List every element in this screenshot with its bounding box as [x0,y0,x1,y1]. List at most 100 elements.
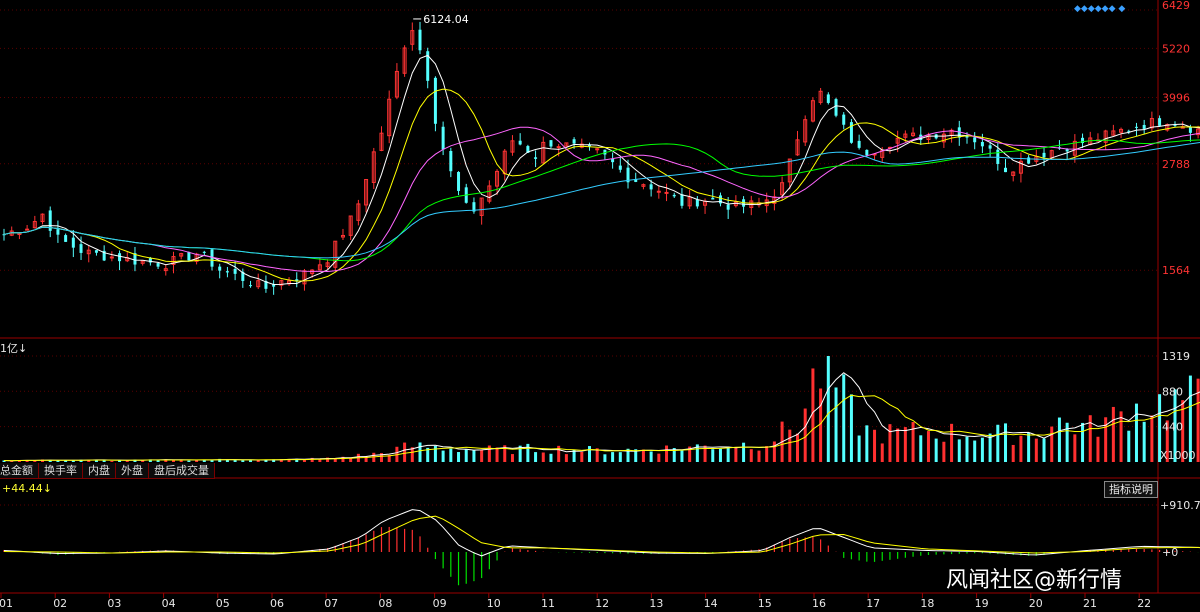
volume-bar-down [433,445,437,462]
volume-bar-down [857,435,861,462]
x-tick-label: 20 [1029,597,1043,610]
candle-up [656,190,661,193]
volume-bar-down [1027,432,1031,462]
volume-bar-up [765,446,769,462]
volume-bar-up [749,449,753,462]
x-tick-label: 11 [541,597,555,610]
volume-bar-down [1004,423,1008,462]
volume-bar-down [603,454,607,462]
volume-bar-down [534,452,538,462]
candle-down [857,140,861,148]
volume-tick-label: 880 [1162,385,1183,398]
chart-grid [0,0,1200,594]
volume-bar-up [819,388,823,462]
candle-down [611,158,615,163]
candle-up [556,146,561,149]
candle-down [1065,149,1069,152]
x-tick-label: 13 [649,597,663,610]
volume-bar-down [865,425,869,462]
volume-bar-up [495,447,499,462]
candle-down [418,29,422,51]
candle-down [187,252,191,261]
candle-down [842,114,846,125]
volume-bar-up [480,449,484,462]
volume-bar-up [125,460,129,462]
candle-up [595,148,600,151]
price-tick-label: 3996 [1162,92,1190,105]
candle-down [94,250,98,253]
macd-dif-line [3,509,1200,557]
volume-bar-up [903,427,907,462]
tab-after-hours-volume[interactable]: 盘后成交量 [149,463,215,479]
volume-bar-down [187,460,191,462]
tab-turnover-rate[interactable]: 换手率 [39,463,83,479]
index-chart[interactable]: 6124.04 156427883996522064294408801319X1… [0,0,1200,612]
volume-bar-up [1096,436,1100,462]
volume-bar-down [957,439,961,462]
volume-bar-up [757,450,761,462]
price-tick-label: 5220 [1162,42,1190,55]
volume-bar-down [1042,438,1046,462]
max-annotation: 6124.04 [423,13,469,26]
macd-tick-label: +910.7 [1160,499,1200,512]
candle-down [980,141,984,147]
candle-down [1158,118,1162,126]
volume-bar-down [1057,417,1061,462]
candle-down [457,171,461,191]
candle-down [202,251,206,253]
volume-bar-down [441,450,445,462]
x-tick-label: 09 [433,597,447,610]
candle-down [71,237,75,248]
x-tick-label: 18 [920,597,934,610]
volume-bar-up [665,445,669,462]
volume-bar-down [549,453,553,462]
candle-down [1134,126,1138,128]
indicator-help-button[interactable]: 指标说明 [1104,481,1158,498]
candle-down [649,184,653,190]
volume-bar-up [911,422,915,462]
volume-bar-down [464,448,468,462]
volume-bar-down [241,460,245,462]
candle-down [1042,152,1046,158]
macd-dea-line [3,515,1200,554]
volume-bar-up [896,428,900,462]
candle-down [249,285,253,287]
volume-bar-up [796,433,800,462]
volume-bar-down [826,356,830,462]
candle-down [225,271,229,273]
candle-down [549,140,553,147]
x-tick-label: 12 [595,597,609,610]
volume-bar-down [996,424,1000,462]
candle-down [618,165,622,170]
candle-down [79,244,83,253]
volume-bar-down [418,442,422,462]
candle-up [25,228,30,231]
volume-bar-up [110,460,114,462]
volume-bar-down [472,450,476,462]
x-tick-label: 16 [812,597,826,610]
x-tick-label: 06 [270,597,284,610]
volume-bar-up [1034,438,1038,462]
candle-down [865,149,869,156]
x-tick-label: 15 [758,597,772,610]
tab-total-amount[interactable]: 总金额 [0,463,39,479]
candle-down [449,150,453,172]
candle-down [834,99,838,116]
x-tick-label: 05 [216,597,230,610]
candle-down [826,94,830,103]
volume-bar-up [1050,426,1054,462]
macd-tick-label: +0 [1162,546,1178,559]
volume-bar-up [580,451,584,462]
volume-bar-down [680,450,684,462]
volume-bar-down [611,452,615,462]
tab-outer-volume[interactable]: 外盘 [116,463,149,479]
volume-bar-up [772,441,776,462]
price-tick-label: 2788 [1162,158,1190,171]
candle-down [433,77,437,124]
volume-bar-up [171,460,175,462]
tab-inner-volume[interactable]: 内盘 [83,463,116,479]
candle-down [680,194,684,206]
candle-down [1004,167,1008,173]
x-tick-label: 04 [162,597,176,610]
ma-line-20 [3,126,1200,273]
